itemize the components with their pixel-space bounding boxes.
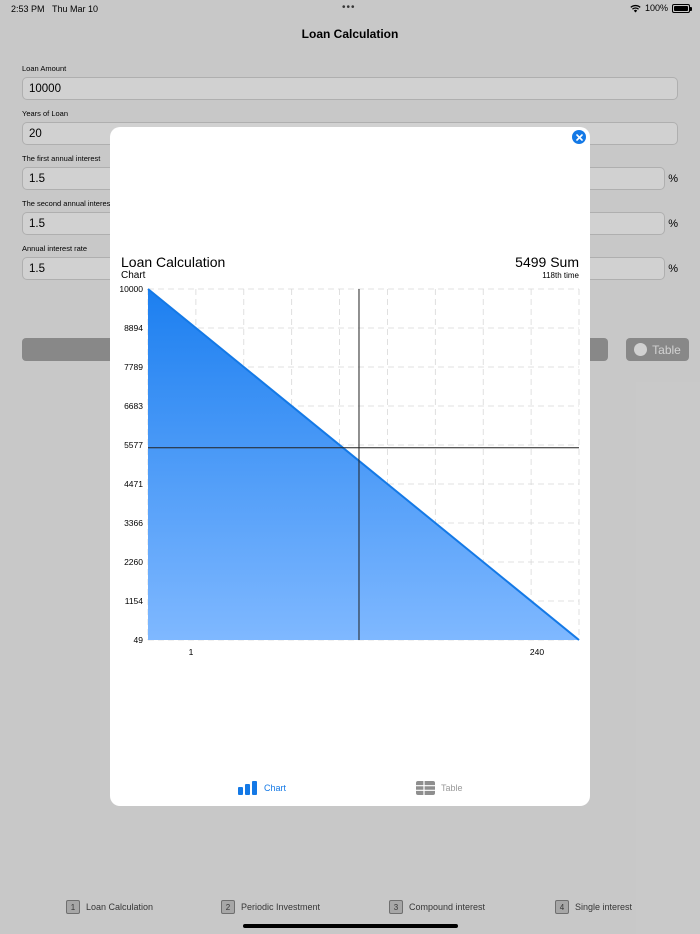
y-tick-label: 6683 (124, 401, 143, 411)
amortization-chart[interactable]: 100008894778966835577447133662260115449 … (110, 127, 590, 687)
y-tick-label: 49 (134, 635, 144, 645)
y-tick-label: 3366 (124, 518, 143, 528)
y-tick-label: 4471 (124, 479, 143, 489)
chart-area-layer (147, 288, 580, 641)
y-tick-label: 10000 (119, 284, 143, 294)
table-icon (416, 781, 435, 795)
y-tick-label: 5577 (124, 440, 143, 450)
modal-tab-label: Table (441, 783, 463, 793)
y-tick-label: 1154 (125, 596, 144, 606)
modal-tab-label: Chart (264, 783, 287, 793)
x-tick-label: 240 (530, 647, 544, 657)
y-tick-label: 7789 (124, 362, 143, 372)
modal-tab-chart[interactable]: Chart (238, 781, 286, 795)
chart-modal: Loan Calculation Chart 5499 Sum 118th ti… (110, 127, 590, 806)
modal-tab-bar: Chart Table (110, 781, 590, 801)
y-tick-label: 2260 (124, 557, 143, 567)
x-tick-label: 1 (189, 647, 194, 657)
y-axis: 10000 8894 7789 6683 5577 4471 3366 2260 1154 49 (119, 284, 143, 645)
modal-tab-table[interactable]: Table (416, 781, 463, 795)
bar-chart-icon (238, 781, 257, 795)
y-tick-label: 8894 (124, 323, 143, 333)
home-indicator (243, 924, 458, 928)
x-axis: 1 240 (189, 647, 545, 657)
